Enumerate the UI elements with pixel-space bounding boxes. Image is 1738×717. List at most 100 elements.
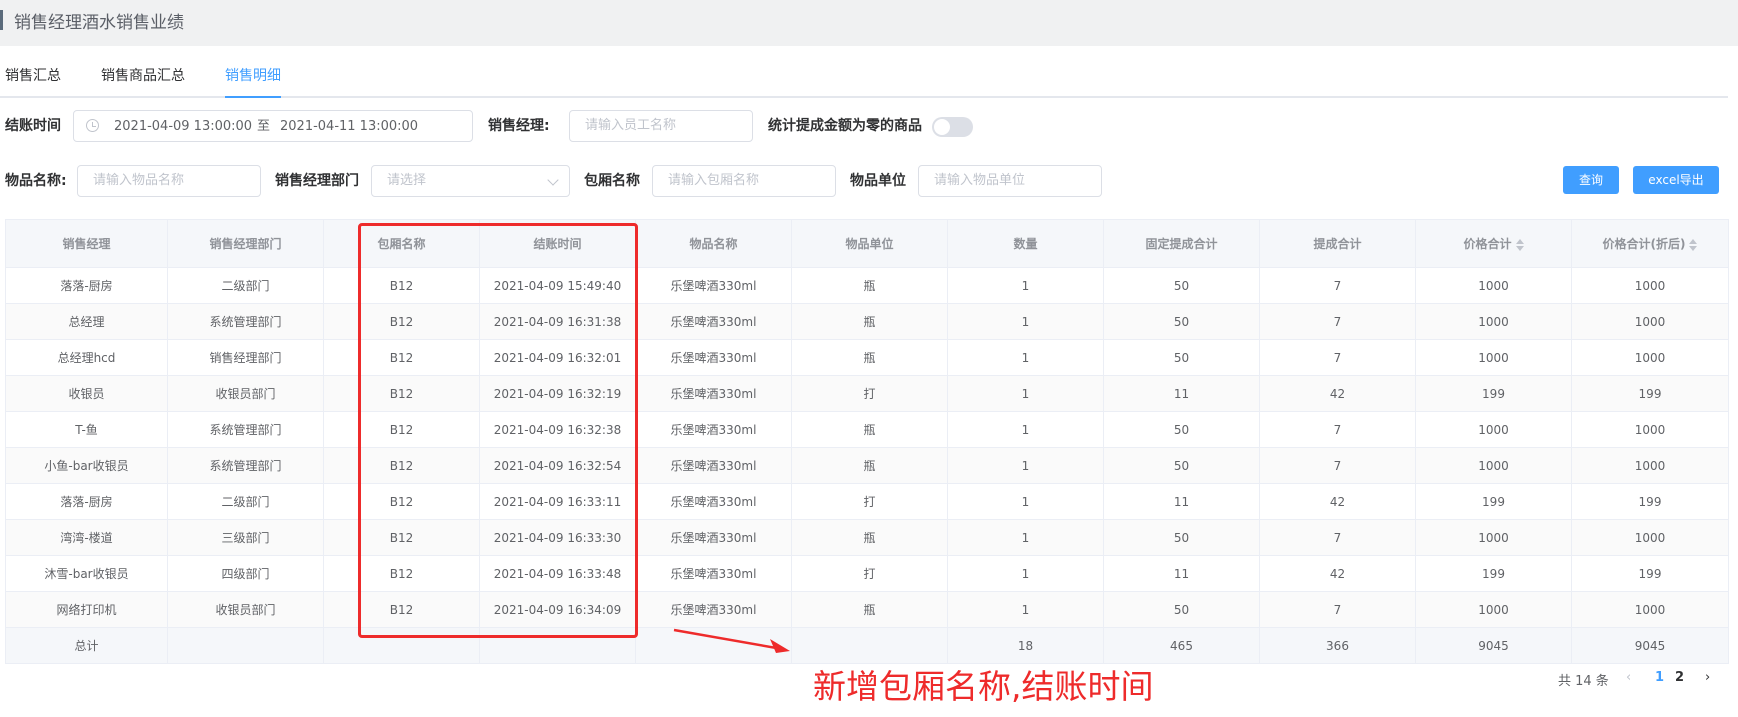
header-quantity: 数量 (947, 219, 1104, 268)
total-cell-room-name (323, 627, 480, 664)
cell-price-total-discounted: 1000 (1571, 303, 1729, 340)
cell-sales-manager: 落落-厨房 (5, 483, 168, 520)
cell-commission: 7 (1259, 519, 1416, 556)
cell-item-name: 乐堡啤酒330ml (635, 267, 792, 304)
query-button[interactable]: 查询 (1563, 166, 1619, 194)
header-checkout-time: 结账时间 (479, 219, 636, 268)
table-row: 小鱼-bar收银员 系统管理部门 B12 2021-04-09 16:32:54 乐堡啤… (5, 447, 1729, 484)
cell-dept: 收银员部门 (167, 591, 324, 628)
cell-item-unit: 瓶 (791, 447, 948, 484)
cell-sales-manager: 小鱼-bar收银员 (5, 447, 168, 484)
cell-quantity: 1 (947, 267, 1104, 304)
cell-room-name: B12 (323, 519, 480, 556)
cell-sales-manager: 落落-厨房 (5, 267, 168, 304)
cell-item-name: 乐堡啤酒330ml (635, 375, 792, 412)
cell-price-total-discounted: 199 (1571, 375, 1729, 412)
table-header-row: 销售经理 销售经理部门 包厢名称 结账时间 物品名称 物品单位 数量 固定提成合… (5, 219, 1729, 268)
header-sales-manager: 销售经理 (5, 219, 168, 268)
total-cell-item-unit (791, 627, 948, 664)
header-price-total-discounted[interactable]: 价格合计(折后) (1571, 219, 1729, 268)
cell-item-name: 乐堡啤酒330ml (635, 519, 792, 556)
cell-commission: 42 (1259, 483, 1416, 520)
cell-item-unit: 打 (791, 555, 948, 592)
header-item-unit: 物品单位 (791, 219, 948, 268)
dept-label: 销售经理部门 (275, 173, 359, 189)
cell-sales-manager: 网络打印机 (5, 591, 168, 628)
item-name-input[interactable]: 请输入物品名称 (77, 165, 261, 197)
cell-item-unit: 打 (791, 375, 948, 412)
tab-sales-item-summary[interactable]: 销售商品汇总 (101, 66, 185, 96)
cell-price-total: 1000 (1415, 447, 1572, 484)
cell-price-total: 199 (1415, 555, 1572, 592)
total-cell-sales-manager: 总计 (5, 627, 168, 664)
table-row: 收银员 收银员部门 B12 2021-04-09 16:32:19 乐堡啤酒330ml 打… (5, 375, 1729, 412)
cell-room-name: B12 (323, 447, 480, 484)
checkout-date-range[interactable]: 2021-04-09 13:00:00 至 2021-04-11 13:00:0… (73, 110, 473, 142)
cell-price-total: 1000 (1415, 411, 1572, 448)
room-name-input[interactable]: 请输入包厢名称 (652, 165, 836, 197)
sort-icon[interactable] (1689, 238, 1698, 251)
total-cell-commission: 366 (1259, 627, 1416, 664)
sales-manager-label: 销售经理: (488, 118, 550, 134)
cell-checkout-time: 2021-04-09 16:32:38 (479, 411, 636, 448)
cell-fixed-commission: 11 (1103, 375, 1260, 412)
cell-fixed-commission: 11 (1103, 555, 1260, 592)
tab-bar: 销售汇总 销售商品汇总 销售明细 (0, 66, 1728, 98)
cell-price-total-discounted: 1000 (1571, 267, 1729, 304)
cell-price-total: 1000 (1415, 519, 1572, 556)
total-cell-quantity: 18 (947, 627, 1104, 664)
cell-price-total: 1000 (1415, 303, 1572, 340)
unit-input[interactable]: 请输入物品单位 (918, 165, 1102, 197)
cell-fixed-commission: 50 (1103, 339, 1260, 376)
zero-commission-toggle[interactable] (932, 117, 973, 137)
chevron-right-icon[interactable]: › (1705, 670, 1710, 685)
chevron-left-icon[interactable]: ‹ (1626, 670, 1631, 685)
cell-price-total-discounted: 1000 (1571, 339, 1729, 376)
tab-sales-summary[interactable]: 销售汇总 (5, 66, 61, 96)
cell-room-name: B12 (323, 591, 480, 628)
checkout-time-label: 结账时间 (5, 118, 61, 134)
cell-quantity: 1 (947, 411, 1104, 448)
header-price-total[interactable]: 价格合计 (1415, 219, 1572, 268)
header-commission: 提成合计 (1259, 219, 1416, 268)
header-price-total-label: 价格合计 (1463, 237, 1512, 251)
cell-item-name: 乐堡啤酒330ml (635, 555, 792, 592)
cell-room-name: B12 (323, 339, 480, 376)
sort-icon[interactable] (1515, 238, 1524, 251)
cell-item-unit: 瓶 (791, 411, 948, 448)
cell-sales-manager: 收银员 (5, 375, 168, 412)
cell-item-name: 乐堡啤酒330ml (635, 447, 792, 484)
cell-price-total-discounted: 1000 (1571, 447, 1729, 484)
table-row: 总经理 系统管理部门 B12 2021-04-09 16:31:38 乐堡啤酒330ml… (5, 303, 1729, 340)
cell-sales-manager: 总经理 (5, 303, 168, 340)
cell-item-name: 乐堡啤酒330ml (635, 591, 792, 628)
cell-dept: 二级部门 (167, 483, 324, 520)
tab-sales-detail[interactable]: 销售明细 (225, 66, 281, 98)
cell-sales-manager: 沐雪-bar收银员 (5, 555, 168, 592)
cell-item-name: 乐堡啤酒330ml (635, 411, 792, 448)
table-total-row: 总计 18 465 366 9045 9045 (5, 627, 1729, 664)
cell-quantity: 1 (947, 339, 1104, 376)
page-2-button[interactable]: 2 (1675, 670, 1684, 685)
date-end[interactable]: 2021-04-11 13:00:00 (280, 119, 418, 135)
sales-manager-input[interactable]: 请输入员工名称 (569, 110, 753, 142)
chevron-down-icon (547, 174, 559, 186)
dept-select[interactable]: 请选择 (371, 165, 570, 197)
date-separator: 至 (257, 119, 271, 134)
room-label: 包厢名称 (584, 173, 640, 189)
cell-room-name: B12 (323, 483, 480, 520)
excel-export-button[interactable]: excel导出 (1633, 166, 1719, 194)
total-cell-checkout-time (479, 627, 636, 664)
cell-fixed-commission: 11 (1103, 483, 1260, 520)
cell-price-total: 199 (1415, 375, 1572, 412)
sales-detail-table: 销售经理 销售经理部门 包厢名称 结账时间 物品名称 物品单位 数量 固定提成合… (5, 219, 1729, 664)
cell-fixed-commission: 50 (1103, 267, 1260, 304)
cell-dept: 四级部门 (167, 555, 324, 592)
cell-fixed-commission: 50 (1103, 411, 1260, 448)
page-1-button[interactable]: 1 (1655, 670, 1664, 685)
cell-quantity: 1 (947, 555, 1104, 592)
total-cell-fixed-commission: 465 (1103, 627, 1260, 664)
cell-room-name: B12 (323, 303, 480, 340)
cell-dept: 销售经理部门 (167, 339, 324, 376)
date-start[interactable]: 2021-04-09 13:00:00 (114, 119, 252, 135)
